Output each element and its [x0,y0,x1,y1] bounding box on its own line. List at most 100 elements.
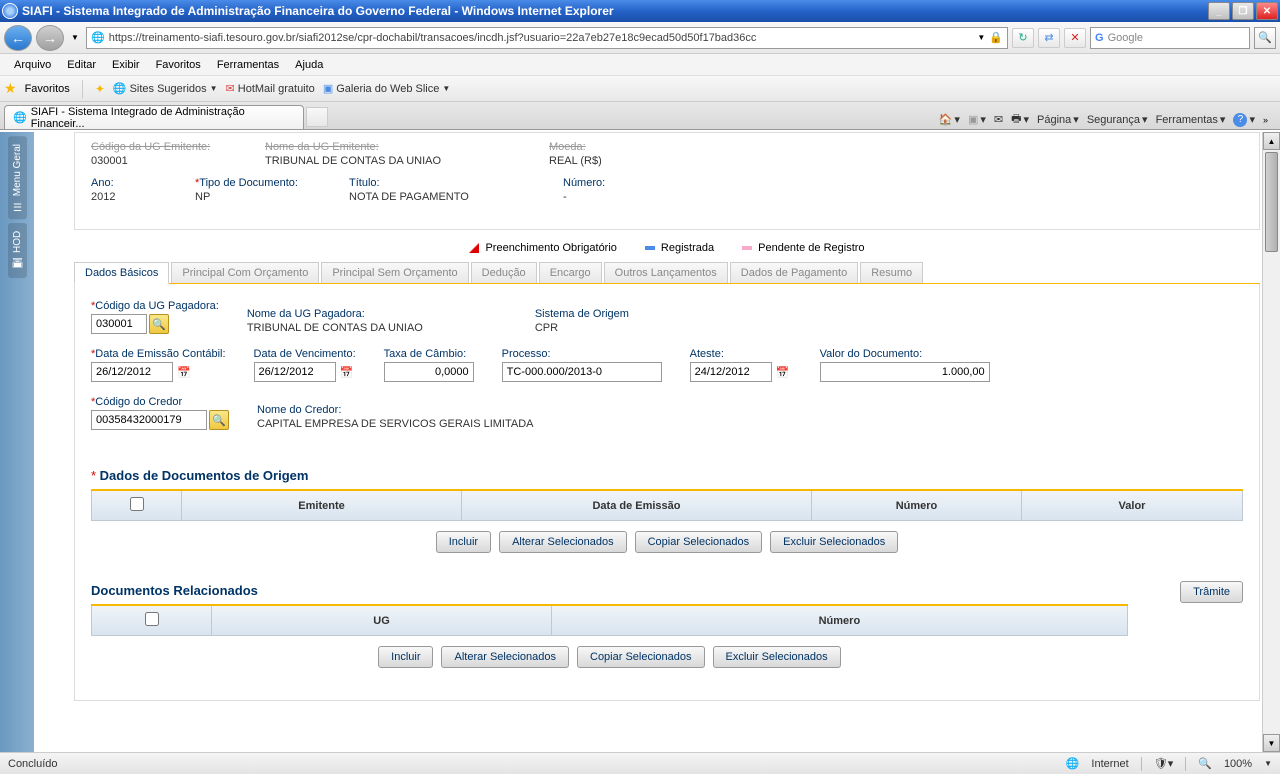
favorites-star-icon[interactable]: ★ [4,80,17,97]
input-taxa-cambio[interactable] [384,362,474,382]
value-titulo: NOTA DE PAGAMENTO [349,191,539,203]
menu-editar[interactable]: Editar [61,57,102,73]
label-valor-documento: Valor do Documento: [820,348,990,360]
tab-outros-lancamentos[interactable]: Outros Lançamentos [604,262,728,283]
checkbox-select-all-relacionados[interactable] [145,612,159,626]
menu-ferramentas[interactable]: Ferramentas [211,57,285,73]
legend: Preenchimento Obrigatório Registrada Pen… [74,242,1260,254]
address-bar[interactable]: 🌐 https://treinamento-siafi.tesouro.gov.… [86,27,1008,49]
label-cod-ug-pagadora: *Código da UG Pagadora: [91,300,219,312]
stop-button[interactable]: ✕ [1064,28,1086,48]
tab-dados-basicos[interactable]: Dados Básicos [74,262,169,284]
mail-button[interactable]: ✉ [994,113,1003,126]
fav-sites-sugeridos[interactable]: 🌐 Sites Sugeridos ▼ [113,82,218,95]
legend-pending-label: Pendente de Registro [758,242,864,254]
label-taxa-cambio: Taxa de Câmbio: [384,348,474,360]
google-icon: G [1095,32,1104,44]
calendar-icon: 📅 [177,366,191,379]
window-title: SIAFI - Sistema Integrado de Administraç… [22,4,1208,18]
tab-principal-com-orcamento[interactable]: Principal Com Orçamento [171,262,319,283]
calendar-vencimento-button[interactable]: 📅 [338,363,356,381]
page-menu[interactable]: Página ▾ [1037,113,1079,126]
input-cod-ug-pagadora[interactable] [91,314,147,334]
input-data-emissao[interactable] [91,362,173,382]
excluir-origem-button[interactable]: Excluir Selecionados [770,531,898,553]
back-button[interactable]: ← [4,25,32,51]
label-ano: Ano: [91,177,171,189]
tramite-button[interactable]: Trâmite [1180,581,1243,603]
search-button[interactable]: 🔍 [1254,27,1276,49]
tab-principal-sem-orcamento[interactable]: Principal Sem Orçamento [321,262,468,283]
side-tab-menu-geral[interactable]: ☰Menu Geral [8,136,27,219]
minimize-button[interactable]: _ [1208,2,1230,20]
compat-button[interactable]: ⇄ [1038,28,1060,48]
alterar-origem-button[interactable]: Alterar Selecionados [499,531,627,553]
favorites-bar: ★ Favoritos ✦ 🌐 Sites Sugeridos ▼ ✉ HotM… [0,76,1280,102]
menu-arquivo[interactable]: Arquivo [8,57,57,73]
checkbox-select-all-origem[interactable] [130,497,144,511]
tab-resumo[interactable]: Resumo [860,262,923,283]
input-data-vencimento[interactable] [254,362,336,382]
menu-exibir[interactable]: Exibir [106,57,146,73]
input-ateste[interactable] [690,362,772,382]
alterar-rel-button[interactable]: Alterar Selecionados [441,646,569,668]
menu-ajuda[interactable]: Ajuda [289,57,329,73]
add-favorite-icon[interactable]: ✦ [95,82,105,96]
browser-tab-active[interactable]: 🌐 SIAFI - Sistema Integrado de Administr… [4,105,304,129]
scroll-thumb[interactable] [1265,152,1278,252]
zoom-dropdown[interactable]: ▼ [1264,759,1272,768]
fav-hotmail[interactable]: ✉ HotMail gratuito [226,82,315,95]
side-tab-hod[interactable]: 🖥HOD [8,223,27,278]
scroll-down-button[interactable]: ▼ [1263,734,1280,752]
tools-menu[interactable]: Ferramentas ▾ [1156,113,1226,126]
incluir-origem-button[interactable]: Incluir [436,531,491,553]
legend-pending-icon [742,246,752,250]
menu-favoritos[interactable]: Favoritos [150,57,207,73]
excluir-rel-button[interactable]: Excluir Selecionados [713,646,841,668]
feeds-button[interactable]: ▣▾ [968,113,986,126]
tab-deducao[interactable]: Dedução [471,262,537,283]
maximize-button[interactable]: ❐ [1232,2,1254,20]
tab-dados-pagamento[interactable]: Dados de Pagamento [730,262,858,283]
window-titlebar: SIAFI - Sistema Integrado de Administraç… [0,0,1280,22]
security-menu[interactable]: Segurança ▾ [1087,113,1148,126]
calendar-emissao-button[interactable]: 📅 [175,363,193,381]
refresh-button[interactable]: ↻ [1012,28,1034,48]
input-valor-documento[interactable] [820,362,990,382]
home-button[interactable]: 🏠▾ [939,113,960,126]
fav-galeria[interactable]: ▣ Galeria do Web Slice ▼ [323,82,450,95]
incluir-rel-button[interactable]: Incluir [378,646,433,668]
value-nome-ug-emitente: TRIBUNAL DE CONTAS DA UNIAO [265,155,525,167]
scroll-up-button[interactable]: ▲ [1263,132,1280,150]
side-dock: ☰Menu Geral 🖥HOD [0,132,34,752]
nav-history-dropdown[interactable]: ▼ [68,25,82,51]
calendar-ateste-button[interactable]: 📅 [774,363,792,381]
lookup-credor-button[interactable]: 🔍 [209,410,229,430]
tab-encargo[interactable]: Encargo [539,262,602,283]
label-numero: Número: [563,177,605,189]
chevron-icon[interactable]: » [1263,115,1268,125]
forward-button[interactable]: → [36,25,64,51]
label-tipo-documento: *Tipo de Documento: [195,177,325,189]
input-cod-credor[interactable] [91,410,207,430]
legend-registered-label: Registrada [661,242,714,254]
help-button[interactable]: ?▾ [1233,113,1255,127]
label-data-vencimento: Data de Vencimento: [254,348,356,360]
col-numero: Número [812,490,1022,521]
new-tab-button[interactable] [306,107,328,127]
label-ateste: Ateste: [690,348,792,360]
search-bar[interactable]: G Google [1090,27,1250,49]
print-button[interactable]: 🖶▾ [1011,110,1029,129]
protected-mode-icon[interactable]: 🛡▾ [1154,757,1174,770]
zoom-icon[interactable]: 🔍 [1198,757,1212,770]
copiar-rel-button[interactable]: Copiar Selecionados [577,646,705,668]
lookup-ug-pagadora-button[interactable]: 🔍 [149,314,169,334]
label-nome-credor: Nome do Credor: [257,404,534,416]
vertical-scrollbar[interactable]: ▲ ▼ [1262,132,1280,752]
input-processo[interactable] [502,362,662,382]
close-button[interactable]: ✕ [1256,2,1278,20]
label-cod-credor: *Código do Credor [91,396,229,408]
copiar-origem-button[interactable]: Copiar Selecionados [635,531,763,553]
value-nome-ug-pagadora: TRIBUNAL DE CONTAS DA UNIAO [247,322,507,334]
address-dropdown[interactable]: ▼ [977,33,985,42]
